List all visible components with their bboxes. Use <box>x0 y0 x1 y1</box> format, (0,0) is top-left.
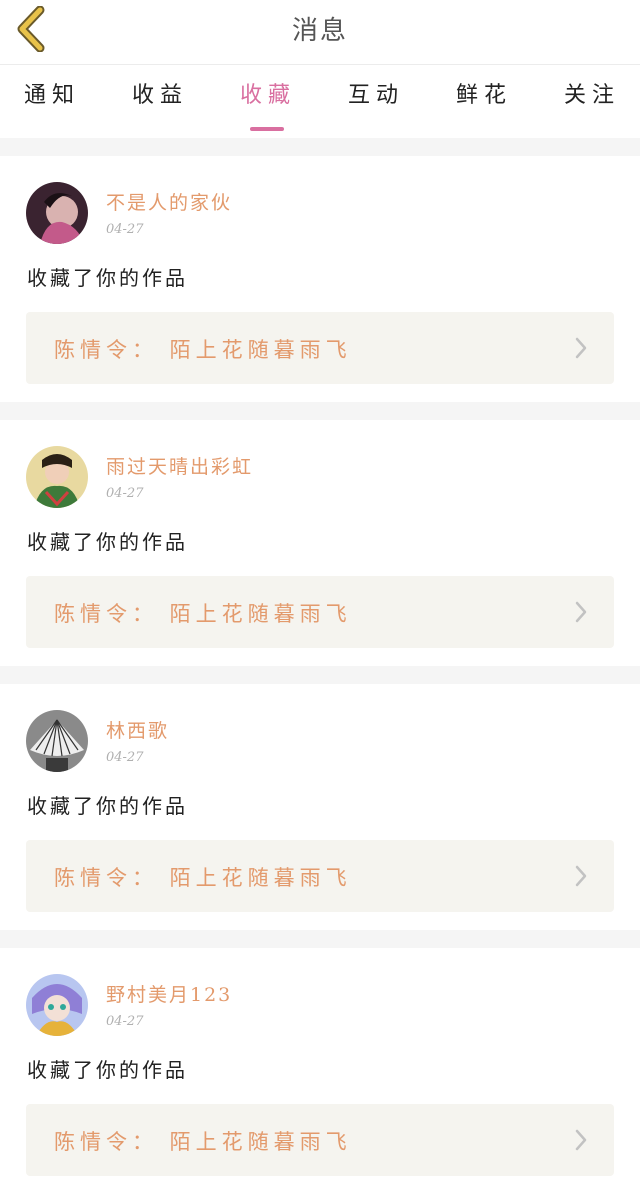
avatar[interactable] <box>26 974 88 1036</box>
tab-earnings[interactable]: 收益 <box>120 77 200 109</box>
work-link[interactable]: 陈情令： 陌上花随暮雨飞 <box>26 1104 614 1176</box>
avatar[interactable] <box>26 182 88 244</box>
tab-interaction[interactable]: 互动 <box>336 77 416 109</box>
tab-following[interactable]: 关注 <box>552 77 632 109</box>
work-link[interactable]: 陈情令： 陌上花随暮雨飞 <box>26 576 614 648</box>
action-text: 收藏了你的作品 <box>27 794 188 818</box>
divider <box>0 138 640 156</box>
divider <box>0 930 640 948</box>
chevron-right-icon <box>575 865 587 887</box>
username[interactable]: 不是人的家伙 <box>106 188 232 215</box>
message-date: 04-27 <box>106 750 144 765</box>
message-date: 04-27 <box>106 486 144 501</box>
work-title: 陈情令： 陌上花随暮雨飞 <box>54 866 352 890</box>
message-card: 雨过天晴出彩虹 04-27 收藏了你的作品 陈情令： 陌上花随暮雨飞 <box>0 420 640 666</box>
chevron-right-icon <box>575 601 587 623</box>
tab-favorites[interactable]: 收藏 <box>228 77 308 131</box>
tab-bar: 通知 收益 收藏 互动 鲜花 关注 <box>0 64 640 136</box>
avatar[interactable] <box>26 710 88 772</box>
header: 消息 <box>0 0 640 58</box>
action-text: 收藏了你的作品 <box>27 530 188 554</box>
page-title: 消息 <box>291 16 348 46</box>
avatar[interactable] <box>26 446 88 508</box>
tab-favorites-label: 收藏 <box>239 83 296 108</box>
work-link[interactable]: 陈情令： 陌上花随暮雨飞 <box>26 840 614 912</box>
action-text: 收藏了你的作品 <box>27 266 188 290</box>
message-date: 04-27 <box>106 1014 144 1029</box>
action-text: 收藏了你的作品 <box>27 1058 188 1082</box>
tab-flowers[interactable]: 鲜花 <box>444 77 524 109</box>
username[interactable]: 野村美月123 <box>106 980 232 1007</box>
message-card: 野村美月123 04-27 收藏了你的作品 陈情令： 陌上花随暮雨飞 <box>0 948 640 1183</box>
divider <box>0 666 640 684</box>
message-card: 不是人的家伙 04-27 收藏了你的作品 陈情令： 陌上花随暮雨飞 <box>0 156 640 402</box>
work-title: 陈情令： 陌上花随暮雨飞 <box>54 1130 352 1154</box>
tab-notice[interactable]: 通知 <box>12 77 92 109</box>
username[interactable]: 雨过天晴出彩虹 <box>106 452 253 479</box>
message-date: 04-27 <box>106 222 144 237</box>
active-tab-indicator <box>250 127 284 131</box>
work-title: 陈情令： 陌上花随暮雨飞 <box>54 338 352 362</box>
chevron-right-icon <box>575 1129 587 1151</box>
divider <box>0 402 640 420</box>
work-link[interactable]: 陈情令： 陌上花随暮雨飞 <box>26 312 614 384</box>
username[interactable]: 林西歌 <box>106 716 169 743</box>
message-card: 林西歌 04-27 收藏了你的作品 陈情令： 陌上花随暮雨飞 <box>0 684 640 930</box>
chevron-right-icon <box>575 337 587 359</box>
work-title: 陈情令： 陌上花随暮雨飞 <box>54 602 352 626</box>
